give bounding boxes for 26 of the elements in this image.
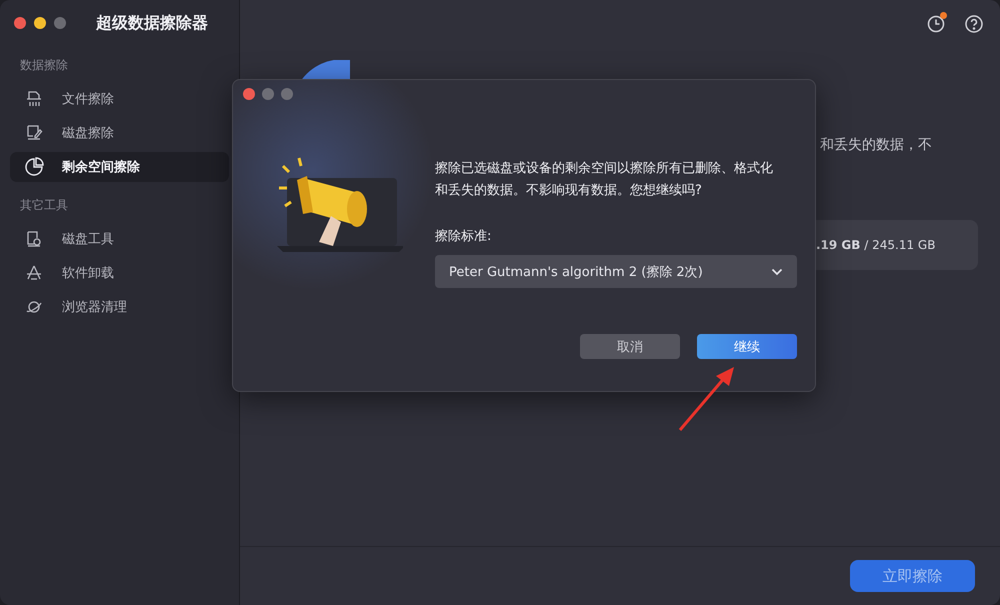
section-heading: 数据擦除 (19, 57, 69, 74)
minimize-window-button[interactable] (34, 17, 46, 29)
cancel-button[interactable]: 取消 (580, 334, 680, 359)
zoom-window-button[interactable] (54, 17, 66, 29)
sidebar-item[interactable]: 软件卸载 (10, 258, 229, 288)
shredder-icon (24, 89, 44, 109)
sidebar-item[interactable]: 磁盘工具 (10, 224, 229, 254)
chevron-down-icon (771, 268, 783, 276)
close-window-button[interactable] (14, 17, 26, 29)
continue-button[interactable]: 继续 (697, 334, 797, 359)
history-icon[interactable] (926, 14, 946, 34)
sidebar-item[interactable]: 剩余空间擦除 (10, 152, 229, 182)
zoom-window-button[interactable] (281, 88, 293, 100)
close-window-button[interactable] (243, 88, 255, 100)
sidebar-item[interactable]: 浏览器清理 (10, 292, 229, 322)
description-text: 和丢失的数据，不 (820, 136, 933, 154)
dialog-message: 擦除已选磁盘或设备的剩余空间以擦除所有已删除、格式化和丢失的数据。不影响现有数据。您想继续吗? (435, 160, 774, 200)
erase-standard-label: 擦除标准: (435, 228, 492, 245)
sidebar-item[interactable]: 磁盘擦除 (10, 118, 229, 148)
help-icon[interactable] (964, 14, 984, 34)
section-heading: 其它工具 (19, 197, 69, 214)
storage-size-text: .19 GB / 245.11 GB (816, 238, 936, 252)
window-title: 超级数据擦除器 (96, 12, 208, 34)
sidebar-item[interactable]: 文件擦除 (10, 84, 229, 114)
pie-chart-icon (24, 157, 44, 177)
erase-standard-dropdown[interactable]: Peter Gutmann's algorithm 2 (擦除 2次) (435, 255, 797, 288)
